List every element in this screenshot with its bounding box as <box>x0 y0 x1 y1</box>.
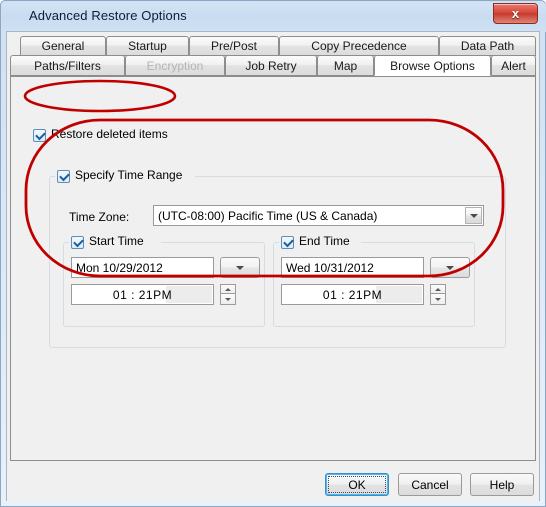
start-time-spinner-down[interactable] <box>220 294 236 305</box>
caret-down-icon <box>225 298 231 301</box>
start-time-spinner[interactable] <box>220 284 236 305</box>
tab-label: Data Path <box>460 39 515 53</box>
tab-paths-filters[interactable]: Paths/Filters <box>10 55 125 76</box>
tab-startup[interactable]: Startup <box>106 36 189 56</box>
end-date-value: Wed 10/31/2012 <box>286 261 374 275</box>
tab-copy-precedence[interactable]: Copy Precedence <box>279 36 439 56</box>
ok-button[interactable]: OK <box>325 473 389 496</box>
close-button[interactable]: x <box>493 3 538 24</box>
tab-browse-options[interactable]: Browse Options <box>374 55 491 76</box>
tab-label: Alert <box>501 58 526 73</box>
end-time-label: End Time <box>299 234 350 248</box>
tab-label: Copy Precedence <box>311 39 407 53</box>
help-button-label: Help <box>489 477 515 492</box>
time-zone-label: Time Zone: <box>69 210 130 224</box>
tab-page-browse-options: Restore deleted items Specify Time Range… <box>10 76 536 461</box>
focus-rectangle <box>328 476 386 493</box>
end-time-spinner-up[interactable] <box>430 284 446 294</box>
end-date-dropdown-button[interactable] <box>430 257 470 278</box>
restore-deleted-items-label: Restore deleted items <box>51 127 168 141</box>
tab-label: Startup <box>128 39 167 53</box>
cancel-button[interactable]: Cancel <box>398 473 462 496</box>
tab-label: Paths/Filters <box>34 58 101 73</box>
end-time-spinner-down[interactable] <box>430 294 446 305</box>
tab-label: Map <box>333 58 358 73</box>
tab-job-retry[interactable]: Job Retry <box>225 55 317 76</box>
start-time-field[interactable]: 01 : 21PM <box>71 284 214 305</box>
tab-encryption[interactable]: Encryption <box>125 55 225 76</box>
close-icon: x <box>511 6 520 21</box>
restore-deleted-items-checkbox[interactable] <box>33 129 46 142</box>
start-date-field[interactable]: Mon 10/29/2012 <box>71 257 214 278</box>
start-date-value: Mon 10/29/2012 <box>76 261 163 275</box>
caret-up-icon <box>435 288 441 291</box>
help-button[interactable]: Help <box>470 473 534 496</box>
end-time-checkbox[interactable] <box>281 236 294 249</box>
tab-pre-post[interactable]: Pre/Post <box>189 36 279 56</box>
chevron-down-icon <box>446 265 454 270</box>
tab-general[interactable]: General <box>20 36 106 56</box>
start-date-dropdown-button[interactable] <box>220 257 260 278</box>
caret-down-icon <box>435 298 441 301</box>
chevron-down-icon <box>236 265 244 270</box>
end-time-field[interactable]: 01 : 21PM <box>281 284 424 305</box>
tab-control: General Startup Pre/Post Copy Precedence… <box>10 36 536 461</box>
tab-label: Browse Options <box>390 58 475 73</box>
window-title: Advanced Restore Options <box>29 8 187 23</box>
end-date-field[interactable]: Wed 10/31/2012 <box>281 257 424 278</box>
time-zone-combobox[interactable]: (UTC-08:00) Pacific Time (US & Canada) <box>153 205 484 226</box>
start-time-spinner-up[interactable] <box>220 284 236 294</box>
tab-label: General <box>41 39 85 53</box>
start-time-value: 01 : 21PM <box>112 287 173 302</box>
time-zone-dropdown-button[interactable] <box>465 207 482 224</box>
tab-map[interactable]: Map <box>317 55 374 76</box>
start-time-checkbox[interactable] <box>71 236 84 249</box>
tab-label: Pre/Post <box>210 39 258 53</box>
specify-time-range-label: Specify Time Range <box>75 168 183 182</box>
tab-label: Encryption <box>146 58 204 73</box>
cancel-button-label: Cancel <box>411 477 449 492</box>
caret-up-icon <box>225 288 231 291</box>
end-time-value: 01 : 21PM <box>322 287 383 302</box>
tab-alert[interactable]: Alert <box>491 55 536 76</box>
screenshot-root: Advanced Restore Options x General Start… <box>0 0 546 507</box>
tab-data-path[interactable]: Data Path <box>439 36 536 56</box>
chevron-down-icon <box>469 213 478 218</box>
start-time-label: Start Time <box>89 234 144 248</box>
tab-label: Job Retry <box>245 58 297 73</box>
specify-time-range-checkbox[interactable] <box>57 170 70 183</box>
end-time-spinner[interactable] <box>430 284 446 305</box>
time-zone-value: (UTC-08:00) Pacific Time (US & Canada) <box>158 209 378 223</box>
